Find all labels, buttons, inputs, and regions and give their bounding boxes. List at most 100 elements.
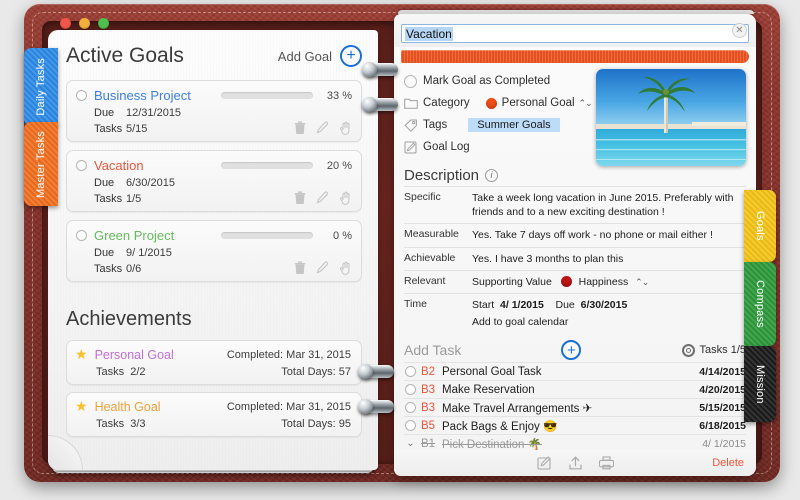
goal-card-green-project[interactable]: Green Project 0 % Due 9/ 1/2015 Tasks 0/6 [66,220,362,282]
task-priority: B5 [421,419,436,432]
window-controls[interactable] [60,18,109,29]
goal-detail-panel: ✕ Vacation Mark Goal as Completed Catego… [394,14,756,476]
goal-due-value: 6/30/2015 [126,177,175,189]
detail-panel-titlebar: ✕ Vacation [394,14,756,47]
task-complete-radio[interactable] [405,384,416,396]
minimize-button[interactable] [79,18,90,29]
task-complete-radio[interactable] [405,402,416,414]
task-priority: B2 [421,365,436,378]
folder-icon [404,97,423,109]
task-date: 6/18/2015 [699,419,746,432]
task-priority: B3 [421,383,436,396]
task-date: 4/ 1/2015 [702,437,746,450]
description-header: Description i [404,167,746,184]
description-key: Specific [404,191,441,203]
mark-complete-label: Mark Goal as Completed [423,75,551,87]
binder-ring [362,62,398,77]
achievement-tasks: Tasks 3/3 [96,418,146,430]
goal-due-row: Due 9/ 1/2015 [94,247,352,259]
task-row[interactable]: B3 Make Travel Arrangements ✈ 5/15/2015 [404,398,746,416]
add-goal-control[interactable]: Add Goal + [278,45,362,67]
active-goals-header: Active Goals Add Goal + [66,44,362,68]
description-key: Time [404,297,427,310]
add-to-calendar-link[interactable]: Add to goal calendar [472,315,627,329]
task-date: 5/15/2015 [699,401,746,414]
add-task-label[interactable]: Add Task [404,342,461,358]
sidebar-tab-goals[interactable]: Goals [744,190,776,262]
task-complete-radio[interactable] [405,366,416,378]
achievements-title: Achievements [66,308,192,330]
description-key: Achievable [404,251,456,264]
plus-circle-icon[interactable]: + [340,45,362,67]
goal-progress-label: 33 % [326,89,352,102]
task-row[interactable]: B3 Make Reservation 4/20/2015 [404,380,746,398]
achievement-total-days: Total Days: 95 [281,418,351,430]
tag-icon [404,119,423,132]
achievement-card-health-goal[interactable]: ★ Health Goal Completed: Mar 31, 2015 Ta… [66,392,362,437]
task-row[interactable]: B2 Personal Goal Task 4/14/2015 [404,362,746,380]
zoom-button[interactable] [98,18,109,29]
hand-icon[interactable] [339,261,352,275]
tags-label: Tags [423,119,448,131]
delete-button[interactable]: Delete [712,457,744,469]
share-icon[interactable] [568,456,583,470]
add-goal-label: Add Goal [277,48,332,64]
goal-tasks-value: 1/5 [126,193,142,205]
tag-chip[interactable]: Summer Goals [468,118,560,132]
task-name: Pack Bags & Enjoy 😎 [442,420,558,433]
close-button[interactable] [60,18,71,29]
info-icon[interactable]: i [485,169,499,182]
task-name: Make Reservation [442,383,535,396]
start-value[interactable]: 4/ 1/2015 [500,299,544,311]
pencil-icon[interactable] [316,191,329,205]
tasks-label: Tasks [94,263,123,275]
goal-card-vacation[interactable]: Vacation 20 % Due 6/30/2015 Tasks 1/5 [66,150,362,212]
supporting-value-dot [560,275,572,287]
sidebar-tab-master-tasks-label: Master Tasks [35,130,47,198]
palm-tree-beach-photo[interactable] [596,69,746,166]
print-icon[interactable] [598,456,614,470]
pencil-icon[interactable] [316,121,329,135]
chevron-down-icon[interactable]: ⌄ [405,438,416,449]
description-row-relevant: Relevant Supporting Value Happiness ⌃⌄ [404,269,746,293]
task-complete-radio[interactable] [405,420,416,432]
chevron-updown-icon[interactable]: ⌃⌄ [579,98,593,109]
plus-circle-icon[interactable]: + [561,340,582,361]
trash-icon[interactable] [294,261,306,275]
note-edit-icon [404,141,423,154]
category-value: Personal Goal [501,97,575,109]
description-value[interactable]: Take a week long vacation in June 2015. … [472,191,746,219]
hand-icon[interactable] [339,191,352,205]
chevron-updown-icon[interactable]: ⌃⌄ [635,277,649,287]
task-row[interactable]: B5 Pack Bags & Enjoy 😎 6/18/2015 [404,416,746,434]
task-name: Pick Destination 🌴 [442,438,542,451]
pencil-icon[interactable] [316,261,329,275]
description-value[interactable]: Yes. Take 7 days off work - no phone or … [472,228,713,242]
sidebar-tab-compass[interactable]: Compass [744,262,776,346]
start-label: Start [472,298,495,311]
app-window: Daily Tasks Master Tasks Goals Compass M… [0,0,800,500]
goal-tasks-value: 5/15 [126,123,148,135]
goal-complete-radio[interactable] [76,230,87,241]
due-value[interactable]: 6/30/2015 [581,299,628,311]
tasks-label: Tasks [94,193,123,205]
goal-complete-radio[interactable] [76,90,87,101]
trash-icon[interactable] [294,191,306,205]
sidebar-tab-daily-tasks[interactable]: Daily Tasks [24,48,58,126]
due-label: Due [555,298,575,311]
goal-title-input[interactable]: Vacation [401,24,749,43]
task-date: 4/20/2015 [699,383,746,396]
goal-card-business-project[interactable]: Business Project 33 % Due 12/31/2015 Task… [66,80,362,142]
sidebar-tab-master-tasks[interactable]: Master Tasks [24,122,58,206]
tasks-header: Add Task + Tasks 1/5 [404,340,746,361]
description-value[interactable]: Yes. I have 3 months to plan this [472,252,623,266]
goal-complete-radio[interactable] [76,160,87,171]
close-icon[interactable]: ✕ [732,23,747,38]
achievement-card-personal-goal[interactable]: ★ Personal Goal Completed: Mar 31, 2015 … [66,340,362,385]
due-label: Due [94,247,115,259]
hand-icon[interactable] [339,121,352,135]
trash-icon[interactable] [294,121,306,135]
sidebar-tab-mission[interactable]: Mission [744,346,776,422]
description-row-specific: Specific Take a week long vacation in Ju… [404,186,746,223]
edit-icon[interactable] [536,456,552,470]
